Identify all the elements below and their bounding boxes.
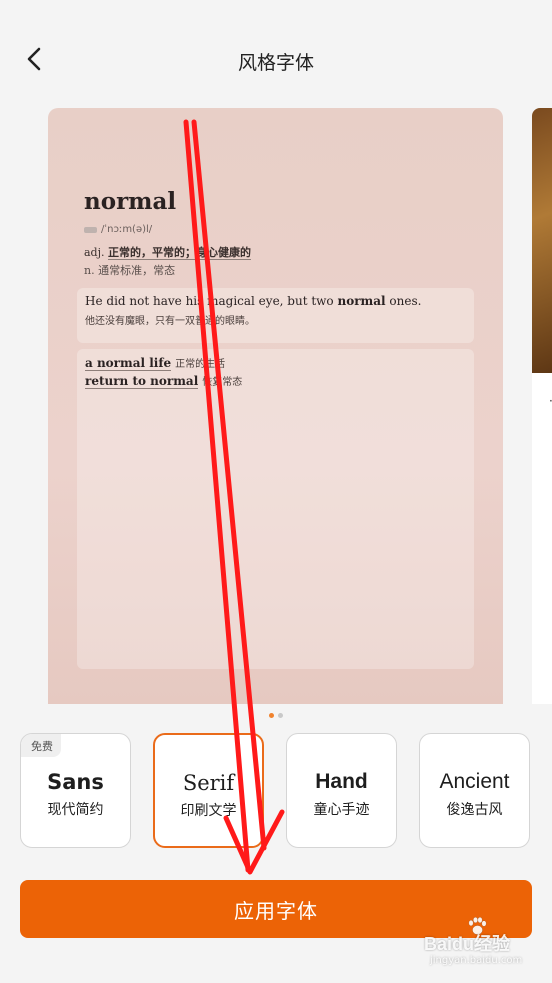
phonetic-text: /ˈnɔːm(ə)l/ xyxy=(101,224,153,235)
font-option-sans[interactable]: 免费 Sans 现代简约 xyxy=(20,733,131,848)
example-panel: He did not have his magical eye, but two… xyxy=(77,288,474,343)
phrase-item: a normal life 正常的生活 xyxy=(85,356,226,371)
next-card-image xyxy=(532,108,552,373)
page-dot-active xyxy=(269,713,274,718)
watermark-sub: jingyan.baidu.com xyxy=(430,955,523,966)
page-title: 风格字体 xyxy=(237,52,314,74)
page-indicator xyxy=(269,713,283,718)
top-bar: 风格字体 xyxy=(0,0,552,120)
font-option-name: Serif xyxy=(182,771,235,795)
phonetic-row: /ˈnɔːm(ə)l/ xyxy=(84,224,152,235)
font-option-desc: 俊逸古风 xyxy=(446,802,503,818)
font-option-ancient[interactable]: Ancient 俊逸古风 xyxy=(419,733,530,848)
font-option-name: Sans xyxy=(47,770,104,794)
example-sentence-en: He did not have his magical eye, but two… xyxy=(85,294,422,308)
definition-adj: adj. 正常的，平常的；身心健康的 xyxy=(84,244,252,260)
font-option-serif[interactable]: Serif 印刷文学 xyxy=(153,733,264,848)
free-badge: 免费 xyxy=(21,734,61,757)
example-sentence-cn: 他还没有魔眼，只有一双普通的眼睛。 xyxy=(85,316,255,327)
definition-noun: n. 通常标准，常态 xyxy=(84,264,176,277)
font-option-name: Ancient xyxy=(439,770,510,793)
speaker-icon[interactable] xyxy=(84,226,97,233)
font-option-desc: 现代简约 xyxy=(47,802,104,818)
next-preview-card[interactable]: · xyxy=(532,108,552,704)
font-option-name: Hand xyxy=(315,770,368,793)
font-option-desc: 童心手迹 xyxy=(313,802,370,818)
phrases-panel: a normal life 正常的生活 return to normal 恢复常态 xyxy=(77,349,474,669)
definition-adj-text: 正常的，平常的；身心健康的 xyxy=(108,246,252,260)
font-option-desc: 印刷文学 xyxy=(180,803,237,819)
page-dot xyxy=(278,713,283,718)
font-preview-card[interactable]: normal /ˈnɔːm(ə)l/ adj. 正常的，平常的；身心健康的 n.… xyxy=(48,108,503,704)
preview-word: normal xyxy=(84,188,177,215)
font-option-hand[interactable]: Hand 童心手迹 xyxy=(286,733,397,848)
baidu-watermark: Baidu经验 jingyan.baidu.com xyxy=(424,916,544,974)
phrase-item: return to normal 恢复常态 xyxy=(85,374,243,389)
pos-adj: adj. xyxy=(84,246,105,259)
watermark-main: Baidu经验 xyxy=(424,934,511,954)
